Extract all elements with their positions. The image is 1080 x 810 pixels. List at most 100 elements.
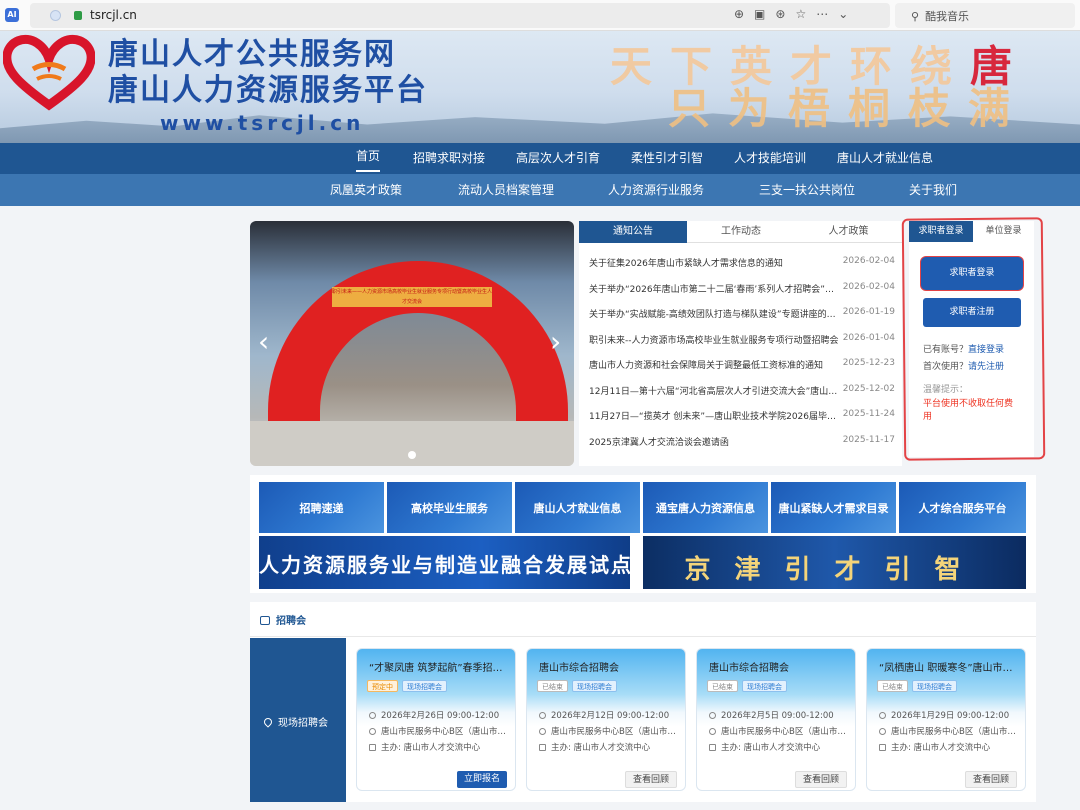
- news-item[interactable]: 2025京津冀人才交流洽谈会邀请函 2025-11-17: [589, 430, 895, 456]
- onsite-fair-tab[interactable]: 现场招聘会: [250, 638, 346, 802]
- news-item[interactable]: 12月11日—第十六届“河北省高层次人才引进交流大会”唐山专场 2025-12-0…: [589, 379, 895, 405]
- carousel-next-icon[interactable]: ›: [550, 325, 561, 358]
- news-date: 2025-11-24: [842, 409, 895, 419]
- tip-text: 平台使用不收取任何费用: [923, 399, 1014, 422]
- news-item[interactable]: 关于举办“2026年唐山市第二十二届‘春雨’系列人才招聘会”的通知 2026-02…: [589, 277, 895, 303]
- has-account-text: 已有账号？: [923, 345, 969, 355]
- fair-host-text: 主办: 唐山市人才交流中心: [721, 743, 821, 753]
- tile-recruit-express[interactable]: 招聘速递: [259, 482, 384, 533]
- page: AI tsrcjl.cn ⊕▣⊛☆⋯⌄ ⚲ 酷我音乐 唐山人才公共服务网 唐山人力…: [0, 0, 1080, 810]
- tile-hr-info[interactable]: 通宝唐人力资源信息: [643, 482, 768, 533]
- news-title[interactable]: 12月11日—第十六届“河北省高层次人才引进交流大会”唐山专场: [589, 384, 839, 397]
- onsite-fair-label: 现场招聘会: [262, 714, 328, 729]
- fair-time: 2026年2月26日 09:00-12:00: [369, 709, 509, 721]
- nav-public-posts[interactable]: 三支一扶公共岗位: [759, 174, 855, 206]
- seeker-register-button[interactable]: 求职者注册: [923, 298, 1021, 327]
- news-item[interactable]: 11月27日—“揽英才 创未来”—唐山职业技术学院2026届毕业生 2025-11…: [589, 404, 895, 430]
- fair-card[interactable]: 唐山市综合招聘会 已结束 现场招聘会 2026年2月5日 09:00-12:00…: [696, 648, 856, 791]
- news-title[interactable]: 职引未来--人力资源市场高校毕业生就业服务专项行动暨招聘会: [589, 333, 839, 346]
- register-link[interactable]: 请先注册: [968, 362, 1004, 372]
- fair-place: 唐山市民服务中心B区（唐山市人才交流中心）: [879, 725, 1019, 737]
- nav-employment-info[interactable]: 唐山人才就业信息: [837, 143, 933, 174]
- tile-jingjin-talent[interactable]: 京津引才引智: [643, 536, 1026, 589]
- address-bar[interactable]: tsrcjl.cn ⊕▣⊛☆⋯⌄: [30, 3, 890, 28]
- browser-search-input[interactable]: ⚲ 酷我音乐: [895, 3, 1075, 28]
- news-title[interactable]: 关于举办“2026年唐山市第二十二届‘春雨’系列人才招聘会”的通知: [589, 282, 839, 295]
- tile-graduate-service[interactable]: 高校毕业生服务: [387, 482, 512, 533]
- section-header: 招聘会: [260, 612, 306, 627]
- ground: [250, 421, 574, 466]
- tab-seeker-login[interactable]: 求职者登录: [909, 221, 973, 242]
- fair-title[interactable]: “才聚凤唐 筑梦起航”春季招聘会: [369, 659, 509, 674]
- tile-label: 人才综合服务平台: [918, 502, 1007, 515]
- slogan-line2-text: 只为梧桐枝满: [668, 84, 1029, 133]
- news-title[interactable]: 2025京津冀人才交流洽谈会邀请函: [589, 435, 839, 448]
- news-list: 关于征集2026年唐山市紧缺人才需求信息的通知 2026-02-04 关于举办“2…: [589, 251, 895, 455]
- news-item[interactable]: 唐山市人力资源和社会保障局关于调整最低工资标准的通知 2025-12-23: [589, 353, 895, 379]
- site-title: 唐山人才公共服务网 唐山人力资源服务平台: [108, 37, 428, 109]
- fair-host-text: 主办: 唐山市人才交流中心: [891, 743, 991, 753]
- status-badge: 已结束: [537, 680, 568, 692]
- news-title[interactable]: 唐山市人力资源和社会保障局关于调整最低工资标准的通知: [589, 358, 839, 371]
- fair-place-text: 唐山市民服务中心B区（唐山市人才交流中心）: [551, 727, 679, 737]
- tile-label: 高校毕业生服务: [411, 502, 488, 515]
- fair-time: 2026年1月29日 09:00-12:00: [879, 709, 1019, 721]
- carousel-dot[interactable]: [408, 451, 416, 459]
- news-date: 2026-01-04: [842, 332, 895, 343]
- nav-archives[interactable]: 流动人员档案管理: [458, 174, 554, 206]
- news-item[interactable]: 关于举办“实战赋能-高绩效团队打造与梯队建设”专题讲座的通知 2026-01-19: [589, 302, 895, 328]
- news-date: 2025-11-17: [842, 434, 895, 445]
- fair-time-text: 2026年1月29日 09:00-12:00: [891, 711, 1010, 721]
- review-button[interactable]: 查看回顾: [794, 771, 847, 788]
- location-icon: [369, 728, 376, 735]
- news-title[interactable]: 关于举办“实战赋能-高绩效团队打造与梯队建设”专题讲座的通知: [589, 307, 839, 320]
- review-button[interactable]: 查看回顾: [964, 771, 1017, 788]
- tile-shortage-catalog[interactable]: 唐山紧缺人才需求目录: [771, 482, 896, 533]
- nav-policy[interactable]: 凤凰英才政策: [330, 174, 402, 206]
- url-text[interactable]: tsrcjl.cn: [90, 8, 137, 22]
- news-panel: 通知公告 工作动态 人才政策 关于征集2026年唐山市紧缺人才需求信息的通知 20…: [579, 221, 902, 466]
- news-item[interactable]: 关于征集2026年唐山市紧缺人才需求信息的通知 2026-02-04: [589, 251, 895, 277]
- nav-high-talent[interactable]: 高层次人才引育: [516, 143, 600, 174]
- tile-service-platform[interactable]: 人才综合服务平台: [899, 482, 1026, 533]
- image-carousel[interactable]: 职引未来——人力资源市场高校毕业生就业服务专项行动暨高校毕业生人才交流会 ‹ ›: [250, 221, 574, 466]
- news-title[interactable]: 11月27日—“揽英才 创未来”—唐山职业技术学院2026届毕业生: [589, 409, 839, 422]
- fair-title[interactable]: 唐山市综合招聘会: [539, 659, 679, 674]
- fair-card[interactable]: 唐山市综合招聘会 已结束 现场招聘会 2026年2月12日 09:00-12:0…: [526, 648, 686, 791]
- fair-place-text: 唐山市民服务中心B区（唐山市人才交流中心）: [381, 727, 509, 737]
- tab-company-login[interactable]: 单位登录: [973, 221, 1034, 242]
- news-date: 2026-01-19: [842, 307, 895, 317]
- fair-title[interactable]: 唐山市综合招聘会: [709, 659, 849, 674]
- nav-hr-industry[interactable]: 人力资源行业服务: [608, 174, 704, 206]
- heart-logo-icon[interactable]: [3, 33, 95, 111]
- nav-flexible-talent[interactable]: 柔性引才引智: [631, 143, 703, 174]
- signup-button[interactable]: 立即报名: [456, 771, 507, 788]
- news-date: 2026-02-04: [842, 256, 895, 266]
- nav-skills-training[interactable]: 人才技能培训: [734, 143, 806, 174]
- direct-login-link[interactable]: 直接登录: [968, 345, 1004, 355]
- tab-talent-policy[interactable]: 人才政策: [795, 221, 902, 243]
- tile-pilot-city[interactable]: 人力资源服务业与制造业融合发展试点城市: [259, 536, 630, 589]
- fair-title[interactable]: “凤栖唐山 职暖寒冬”唐山市招聘会: [879, 659, 1019, 674]
- review-button[interactable]: 查看回顾: [624, 771, 677, 788]
- nav-about[interactable]: 关于我们: [909, 174, 957, 206]
- fair-card[interactable]: “才聚凤唐 筑梦起航”春季招聘会 预定中 现场招聘会 2026年2月26日 09…: [356, 648, 516, 791]
- clock-icon: [539, 712, 546, 719]
- status-badge: 预定中: [367, 680, 398, 692]
- fair-place-text: 唐山市民服务中心B区（唐山市人才交流中心）: [891, 727, 1019, 737]
- nav-home[interactable]: 首页: [356, 143, 381, 172]
- nav-recruit[interactable]: 招聘求职对接: [413, 143, 485, 174]
- news-item[interactable]: 职引未来--人力资源市场高校毕业生就业服务专项行动暨招聘会 2026-01-04: [589, 328, 895, 354]
- tab-notices[interactable]: 通知公告: [579, 221, 687, 243]
- tile-employment-info[interactable]: 唐山人才就业信息: [515, 482, 640, 533]
- carousel-prev-icon[interactable]: ‹: [258, 325, 269, 358]
- seeker-login-button[interactable]: 求职者登录: [923, 259, 1021, 288]
- news-title[interactable]: 关于征集2026年唐山市紧缺人才需求信息的通知: [589, 256, 839, 269]
- browser-logo-icon[interactable]: AI: [5, 8, 19, 22]
- tile-label: 招聘速递: [299, 502, 344, 515]
- tab-work-news[interactable]: 工作动态: [687, 221, 795, 243]
- address-bar-icons[interactable]: ⊕▣⊛☆⋯⌄: [734, 7, 858, 21]
- arch-banner-text: 职引未来——人力资源市场高校毕业生就业服务专项行动暨高校毕业生人才交流会: [332, 287, 492, 307]
- fair-card[interactable]: “凤栖唐山 职暖寒冬”唐山市招聘会 已结束 现场招聘会 2026年1月29日 0…: [866, 648, 1026, 791]
- fair-host: 主办: 唐山市人才交流中心: [539, 741, 679, 753]
